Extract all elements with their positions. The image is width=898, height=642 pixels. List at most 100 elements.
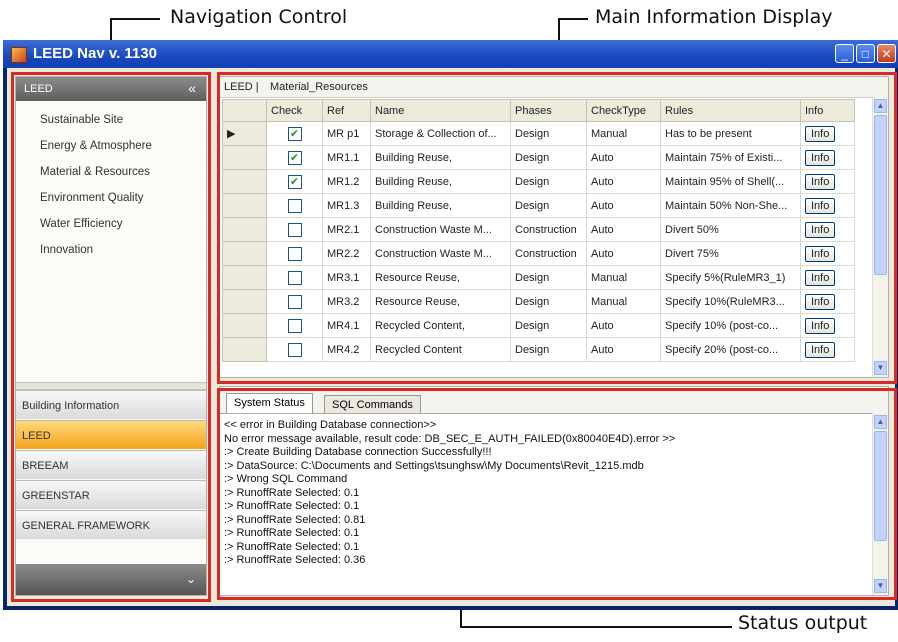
info-cell[interactable]: Info: [800, 145, 855, 170]
check-cell[interactable]: ✔: [266, 121, 323, 146]
checkbox-unchecked[interactable]: [287, 198, 302, 213]
check-cell[interactable]: [266, 265, 323, 290]
nav-item-energy[interactable]: Energy & Atmosphere: [40, 140, 152, 152]
nav-item-sustainable-site[interactable]: Sustainable Site: [40, 114, 123, 126]
nav-button-general-framework[interactable]: GENERAL FRAMEWORK: [16, 510, 206, 539]
scroll-thumb[interactable]: [874, 431, 887, 541]
column-header[interactable]: Phases: [510, 99, 587, 122]
table-row[interactable]: MR4.1 Recycled Content, Design Auto Specify …: [222, 313, 855, 338]
table-row[interactable]: ▶ ✔ MR p1 Storage & Collection of... Design M…: [222, 121, 855, 146]
column-header[interactable]: Check: [266, 99, 323, 122]
row-selector[interactable]: [222, 217, 267, 242]
tab-system-status[interactable]: System Status: [226, 393, 313, 413]
check-cell[interactable]: ✔: [266, 169, 323, 194]
checkbox-unchecked[interactable]: [287, 318, 302, 333]
title-bar[interactable]: LEED Nav v. 1130 _ □ ✕: [3, 40, 898, 68]
info-cell[interactable]: Info: [800, 121, 855, 146]
info-button[interactable]: Info: [805, 293, 836, 310]
collapse-icon[interactable]: «: [188, 80, 196, 96]
nav-button-greenstar[interactable]: GREENSTAR: [16, 480, 206, 509]
checkbox-checked[interactable]: ✔: [287, 150, 302, 165]
row-selector[interactable]: [222, 337, 267, 362]
checkbox-unchecked[interactable]: [287, 246, 302, 261]
table-row[interactable]: MR2.2 Construction Waste M... Construction…: [222, 241, 855, 266]
info-button[interactable]: Info: [805, 125, 836, 142]
chevron-down-icon[interactable]: ⌄: [186, 572, 196, 586]
scroll-down-icon[interactable]: ▼: [874, 579, 887, 593]
scroll-up-icon[interactable]: ▲: [874, 99, 887, 113]
breadcrumb-root[interactable]: LEED |: [224, 81, 259, 93]
phase-cell: Construction: [510, 241, 587, 266]
table-row[interactable]: MR4.2 Recycled Content Design Auto Specify 2…: [222, 337, 855, 362]
info-cell[interactable]: Info: [800, 289, 855, 314]
grid-scrollbar[interactable]: ▲ ▼: [872, 97, 888, 377]
row-selector[interactable]: [222, 241, 267, 266]
column-header[interactable]: Rules: [660, 99, 801, 122]
info-cell[interactable]: Info: [800, 193, 855, 218]
row-selector[interactable]: [222, 145, 267, 170]
row-selector[interactable]: [222, 193, 267, 218]
column-header[interactable]: Name: [370, 99, 511, 122]
rule-cell: Maintain 75% of Existi...: [660, 145, 801, 170]
checkbox-unchecked[interactable]: [287, 294, 302, 309]
check-cell[interactable]: ✔: [266, 145, 323, 170]
row-selector[interactable]: [222, 169, 267, 194]
log-line: :> RunoffRate Selected: 0.1: [224, 500, 360, 512]
info-button[interactable]: Info: [805, 245, 836, 262]
status-scrollbar[interactable]: ▲ ▼: [872, 413, 888, 595]
nav-item-environment[interactable]: Environment Quality: [40, 192, 144, 204]
check-cell[interactable]: [266, 289, 323, 314]
check-cell[interactable]: [266, 313, 323, 338]
info-button[interactable]: Info: [805, 341, 836, 358]
nav-item-innovation[interactable]: Innovation: [40, 244, 93, 256]
log-line: :> Create Building Database connection S…: [224, 446, 492, 458]
row-selector[interactable]: [222, 265, 267, 290]
check-cell[interactable]: [266, 241, 323, 266]
nav-item-water[interactable]: Water Efficiency: [40, 218, 122, 230]
table-row[interactable]: MR3.2 Resource Reuse, Design Manual Specify …: [222, 289, 855, 314]
nav-button-building-info[interactable]: Building Information: [16, 390, 206, 419]
check-cell[interactable]: [266, 193, 323, 218]
table-row[interactable]: ✔ MR1.1 Building Reuse, Design Auto Maintain …: [222, 145, 855, 170]
table-row[interactable]: MR3.1 Resource Reuse, Design Manual Specify …: [222, 265, 855, 290]
info-button[interactable]: Info: [805, 197, 836, 214]
info-button[interactable]: Info: [805, 149, 836, 166]
row-selector[interactable]: ▶: [222, 121, 267, 146]
info-button[interactable]: Info: [805, 173, 836, 190]
row-selector[interactable]: [222, 289, 267, 314]
info-cell[interactable]: Info: [800, 313, 855, 338]
table-row[interactable]: MR2.1 Construction Waste M... Construction…: [222, 217, 855, 242]
nav-button-leed[interactable]: LEED: [16, 420, 206, 449]
info-cell[interactable]: Info: [800, 169, 855, 194]
splitter-handle[interactable]: [16, 382, 206, 390]
scroll-down-icon[interactable]: ▼: [874, 361, 887, 375]
row-selector[interactable]: [222, 313, 267, 338]
checkbox-unchecked[interactable]: [287, 342, 302, 357]
minimize-button[interactable]: _: [835, 44, 854, 63]
tab-sql-commands[interactable]: SQL Commands: [324, 395, 421, 413]
nav-button-breeam[interactable]: BREEAM: [16, 450, 206, 479]
check-cell[interactable]: [266, 337, 323, 362]
checkbox-checked[interactable]: ✔: [287, 174, 302, 189]
column-header[interactable]: Info: [800, 99, 855, 122]
check-cell[interactable]: [266, 217, 323, 242]
table-row[interactable]: MR1.3 Building Reuse, Design Auto Maintain 5…: [222, 193, 855, 218]
info-button[interactable]: Info: [805, 317, 836, 334]
info-cell[interactable]: Info: [800, 337, 855, 362]
checkbox-unchecked[interactable]: [287, 222, 302, 237]
checkbox-unchecked[interactable]: [287, 270, 302, 285]
scroll-up-icon[interactable]: ▲: [874, 415, 887, 429]
table-row[interactable]: ✔ MR1.2 Building Reuse, Design Auto Maintain …: [222, 169, 855, 194]
info-cell[interactable]: Info: [800, 265, 855, 290]
info-cell[interactable]: Info: [800, 241, 855, 266]
column-header[interactable]: CheckType: [586, 99, 661, 122]
info-button[interactable]: Info: [805, 221, 836, 238]
nav-item-material[interactable]: Material & Resources: [40, 166, 150, 178]
column-header[interactable]: Ref: [322, 99, 371, 122]
close-button[interactable]: ✕: [877, 44, 896, 63]
scroll-thumb[interactable]: [874, 115, 887, 275]
maximize-button[interactable]: □: [856, 44, 875, 63]
info-cell[interactable]: Info: [800, 217, 855, 242]
checkbox-checked[interactable]: ✔: [287, 126, 302, 141]
info-button[interactable]: Info: [805, 269, 836, 286]
